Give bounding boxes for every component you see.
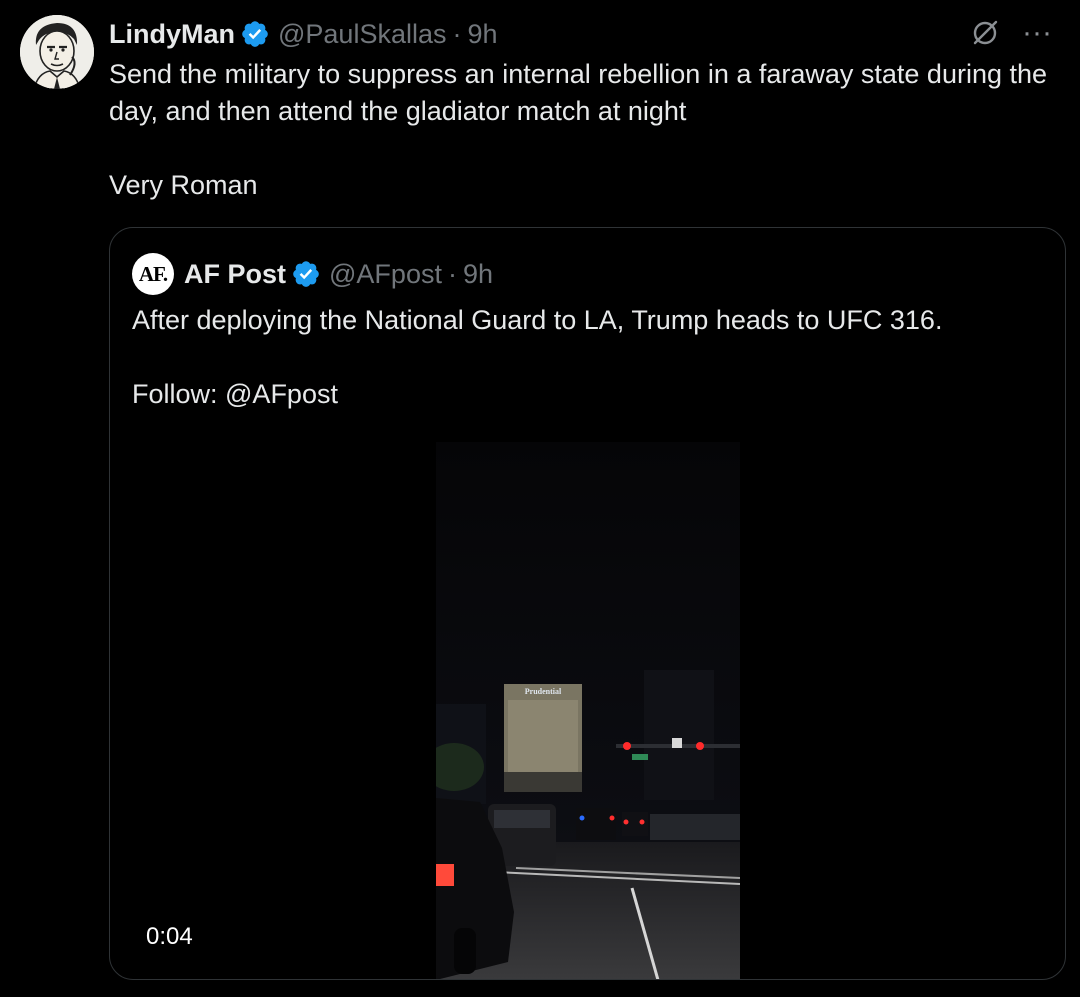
quote-timestamp: 9h <box>462 258 494 289</box>
author-name[interactable]: LindyMan <box>109 19 235 50</box>
tweet-timestamp[interactable]: 9h <box>468 19 498 50</box>
quote-text-line: After deploying the National Guard to LA… <box>132 305 943 335</box>
author-avatar[interactable] <box>20 15 94 89</box>
tweet-body: Send the military to suppress an interna… <box>109 56 1064 204</box>
separator-dot: · <box>447 258 457 289</box>
tweet-header: LindyMan @PaulSkallas · 9h <box>109 15 498 53</box>
quote-author-handle: @AFpost <box>329 258 442 289</box>
video-player[interactable]: Prudential <box>436 442 740 979</box>
author-handle[interactable]: @PaulSkallas <box>278 19 447 50</box>
quote-tweet-card[interactable]: AF. AF Post @AFpost · 9h After deploying… <box>109 227 1066 980</box>
tweet-text-line: Send the military to suppress an interna… <box>109 59 1048 126</box>
verified-badge-icon <box>291 259 321 289</box>
quote-body: After deploying the National Guard to LA… <box>132 302 1032 413</box>
building-sign: Prudential <box>525 687 562 696</box>
quote-header: AF. AF Post @AFpost · 9h <box>132 253 494 295</box>
tweet-actions-top: ··· <box>970 18 1052 48</box>
quote-avatar[interactable]: AF. <box>132 253 174 295</box>
quote-text-line: Follow: @AFpost <box>132 379 338 409</box>
quote-author-name[interactable]: AF Post <box>184 259 286 290</box>
grok-icon[interactable] <box>970 18 1000 48</box>
verified-badge-icon[interactable] <box>240 19 270 49</box>
video-duration: 0:04 <box>146 923 193 950</box>
separator-dot: · <box>452 18 462 49</box>
tweet-text-line: Very Roman <box>109 170 258 200</box>
more-icon[interactable]: ··· <box>1022 18 1052 48</box>
